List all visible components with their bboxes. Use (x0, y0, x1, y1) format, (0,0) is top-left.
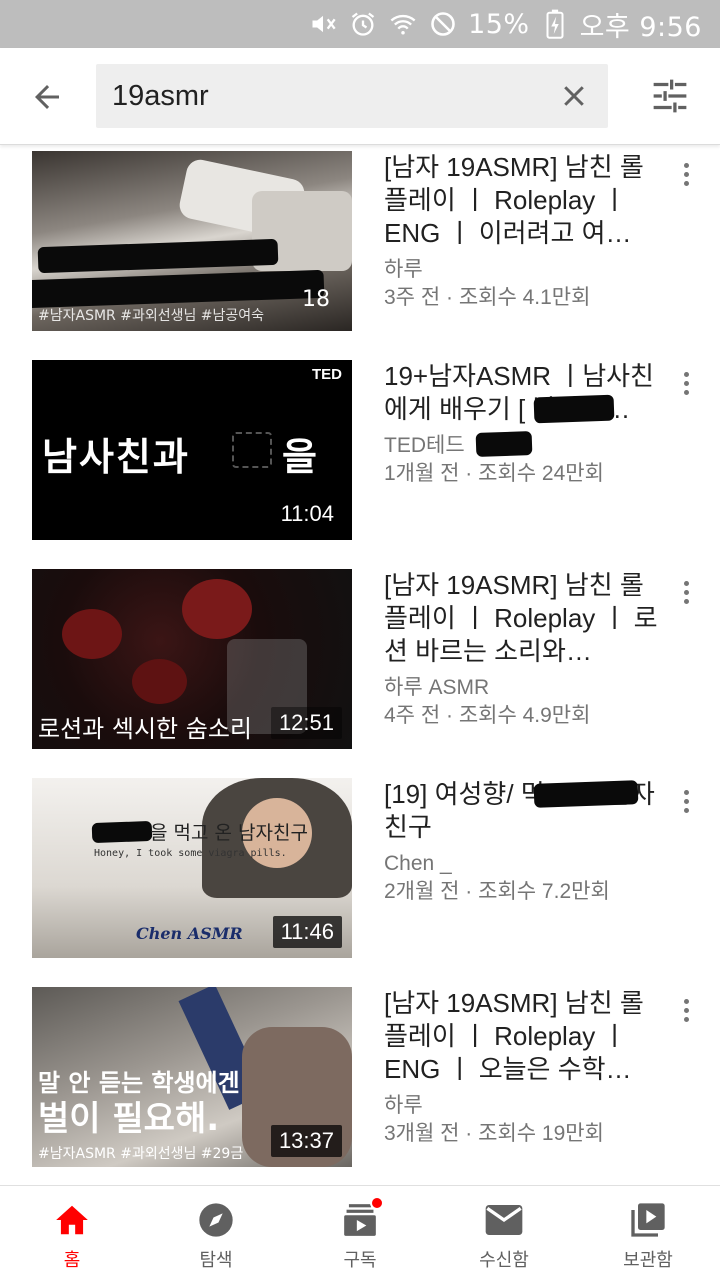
clear-search-button[interactable] (556, 78, 592, 114)
video-duration: 13:37 (270, 1125, 342, 1157)
nav-subscriptions[interactable]: 구독 (288, 1186, 432, 1280)
nav-label: 탐색 (199, 1250, 233, 1271)
nav-label: 구독 (343, 1250, 377, 1271)
video-thumbnail[interactable]: 을 먹고 온 남자친구 Honey, I took some viagra pi… (32, 778, 352, 958)
subscriptions-icon (340, 1196, 384, 1240)
wifi-icon (388, 9, 418, 39)
video-stats: 1개월 전 · 조회수 24만회 (384, 462, 604, 485)
video-stats: 3주 전 · 조회수 4.1만회 (384, 286, 591, 309)
channel-name: Chen _ (384, 852, 452, 875)
video-title[interactable]: [남자 19ASMR] 남친 롤플레이 ㅣ Roleplay ㅣ 로션 바르는 … (384, 569, 664, 668)
video-stats: 3개월 전 · 조회수 19만회 (384, 1122, 604, 1145)
redaction-mark (533, 780, 639, 808)
battery-charging-icon (540, 9, 570, 39)
video-duration: 11:04 (272, 498, 342, 530)
compass-icon (196, 1200, 236, 1240)
channel-name: 하루 (384, 258, 423, 281)
filter-button[interactable] (648, 76, 692, 116)
mail-icon (484, 1200, 524, 1240)
home-icon (52, 1200, 92, 1240)
thumbnail-tags: #남자ASMR #과외선생님 #29금 (38, 1146, 244, 1162)
tune-icon (653, 79, 687, 113)
nav-explore[interactable]: 탐색 (144, 1186, 288, 1280)
video-title[interactable]: [남자 19ASMR] 남친 롤플레이 ㅣ Roleplay ㅣENG ㅣ 이러… (384, 151, 664, 250)
search-header (0, 48, 720, 145)
nav-label: 홈 (63, 1250, 81, 1271)
thumbnail-caption-2: 벌이 필요해. (38, 1099, 220, 1139)
redaction-mark (533, 394, 615, 424)
notification-dot (370, 1196, 384, 1210)
video-stats: 4주 전 · 조회수 4.9만회 (384, 704, 591, 727)
search-input[interactable] (112, 74, 542, 118)
video-stats: 2개월 전 · 조회수 7.2만회 (384, 880, 610, 903)
arrow-back-icon (35, 85, 59, 109)
redaction-mark (475, 431, 533, 457)
nav-home[interactable]: 홈 (0, 1186, 144, 1280)
mute-icon (308, 9, 338, 39)
thumbnail-brand: Chen ASMR (136, 924, 243, 943)
channel-name: 하루 ASMR (384, 676, 490, 699)
close-icon (564, 86, 584, 106)
video-duration: 11:46 (272, 916, 342, 948)
nav-inbox[interactable]: 수신함 (432, 1186, 576, 1280)
thumbnail-caption: #남자ASMR #과외선생님 #남공여숙 (38, 308, 265, 324)
search-results: 18 #남자ASMR #과외선생님 #남공여숙 [남자 19ASMR] 남친 롤… (0, 145, 720, 1185)
thumbnail-caption: 로션과 섹시한 숨소리 (38, 715, 252, 743)
thumbnail-subcaption: Honey, I took some viagra pills. (94, 848, 287, 859)
status-bar: 15% 오후 9:56 (0, 0, 720, 48)
channel-name: 하루 (384, 1094, 423, 1117)
more-options-button[interactable] (672, 157, 700, 191)
video-title[interactable]: 19+남자ASMR ㅣ남사친에게 배우기 [ 남사친… (384, 360, 664, 426)
thumbnail-caption: 을 먹고 온 남자친구 (150, 822, 308, 844)
video-thumbnail[interactable]: 로션과 섹시한 숨소리 12:51 (32, 569, 352, 749)
more-options-button[interactable] (672, 575, 700, 609)
video-thumbnail[interactable]: TED 남사친과 을 11:04 (32, 360, 352, 540)
battery-percent: 15% (468, 8, 530, 40)
video-thumbnail[interactable]: 말 안 듣는 학생에겐 벌이 필요해. #남자ASMR #과외선생님 #29금 … (32, 987, 352, 1167)
nav-library[interactable]: 보관함 (576, 1186, 720, 1280)
more-options-button[interactable] (672, 784, 700, 818)
video-result[interactable]: 로션과 섹시한 숨소리 12:51 [남자 19ASMR] 남친 롤플레이 ㅣ … (0, 569, 720, 749)
video-result[interactable]: 을 먹고 온 남자친구 Honey, I took some viagra pi… (0, 778, 720, 958)
video-result[interactable]: TED 남사친과 을 11:04 19+남자ASMR ㅣ남사친에게 배우기 [ … (0, 360, 720, 540)
search-box[interactable] (96, 64, 608, 128)
bottom-navigation: 홈 탐색 구독 수신함 보관함 (0, 1185, 720, 1280)
back-button[interactable] (24, 74, 70, 120)
do-not-disturb-icon (428, 9, 458, 39)
more-options-button[interactable] (672, 993, 700, 1027)
video-result[interactable]: 18 #남자ASMR #과외선생님 #남공여숙 [남자 19ASMR] 남친 롤… (0, 151, 720, 331)
alarm-icon (348, 9, 378, 39)
thumbnail-caption: 남사친과 (42, 435, 190, 479)
video-title[interactable]: [남자 19ASMR] 남친 롤플레이 ㅣ Roleplay ㅣENG ㅣ 오늘… (384, 987, 664, 1086)
thumbnail-badge: TED (312, 366, 342, 383)
video-duration: 12:51 (270, 707, 342, 739)
nav-label: 보관함 (623, 1250, 673, 1271)
nav-label: 수신함 (479, 1250, 529, 1271)
video-result[interactable]: 말 안 듣는 학생에겐 벌이 필요해. #남자ASMR #과외선생님 #29금 … (0, 987, 720, 1167)
clock: 오후 9:56 (579, 11, 702, 43)
video-thumbnail[interactable]: 18 #남자ASMR #과외선생님 #남공여숙 (32, 151, 352, 331)
more-options-button[interactable] (672, 366, 700, 400)
library-icon (628, 1200, 668, 1240)
